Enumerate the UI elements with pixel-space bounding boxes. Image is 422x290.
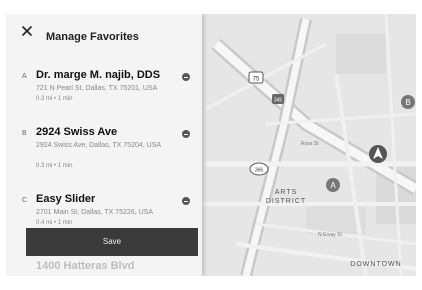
- favorite-item-c[interactable]: C Easy Slider 2701 Main St, Dallas, TX 7…: [6, 184, 202, 228]
- route-shield-366: 366: [249, 162, 269, 176]
- favorites-panel: Manage Favorites A Dr. marge M. najib, D…: [6, 14, 202, 276]
- map-marker-b-label: B: [405, 98, 410, 107]
- remove-favorite-icon[interactable]: [182, 130, 190, 138]
- favorite-index: B: [22, 130, 27, 137]
- favorite-address: 2701 Main St, Dallas, TX 75226, USA: [36, 209, 153, 216]
- route-366-label: 366: [255, 168, 264, 174]
- close-icon[interactable]: [20, 24, 34, 38]
- favorite-distance: 0.3 mi • 1 min: [36, 96, 73, 102]
- remove-favorite-icon[interactable]: [182, 73, 190, 81]
- favorite-name: Easy Slider: [36, 193, 96, 205]
- route-shield-345: 345: [272, 94, 284, 104]
- panel-title: Manage Favorites: [46, 31, 139, 43]
- favorite-distance: 0.3 mi • 1 min: [36, 163, 73, 169]
- save-button[interactable]: Save: [26, 228, 198, 256]
- favorite-name: Dr. marge M. najib, DDS: [36, 69, 161, 81]
- favorite-name: 2924 Swiss Ave: [36, 126, 118, 138]
- navigation-arrow-icon: [369, 145, 387, 163]
- street-ross-label: Ross St: [301, 141, 319, 147]
- panel-header: Manage Favorites: [6, 14, 202, 54]
- nav-screen: 75 366 345 Ross St N Ervay St ARTS DISTR…: [6, 14, 416, 276]
- remove-favorite-icon[interactable]: [182, 197, 190, 205]
- street-ervay-label: N Ervay St: [318, 232, 343, 238]
- favorite-address: 2924 Swiss Ave, Dallas, TX 75204, USA: [36, 142, 162, 149]
- route-75-label: 75: [253, 77, 260, 83]
- arts-district-label-line2: DISTRICT: [266, 198, 306, 205]
- favorite-item-partial: 1400 Hatteras Blvd: [36, 260, 135, 272]
- downtown-label: DOWNTOWN: [350, 261, 401, 268]
- arts-district-label-line1: ARTS: [275, 189, 298, 196]
- route-shield-75: 75: [248, 71, 264, 84]
- route-345-label: 345: [274, 98, 283, 104]
- favorite-address: 721 N Pearl St, Dallas, TX 75201, USA: [36, 85, 158, 92]
- favorite-item-b[interactable]: B 2924 Swiss Ave 2924 Swiss Ave, Dallas,…: [6, 120, 202, 182]
- favorite-index: A: [22, 73, 27, 80]
- map-marker-a[interactable]: A: [326, 178, 340, 192]
- map-marker-b[interactable]: B: [401, 95, 415, 109]
- favorite-item-a[interactable]: A Dr. marge M. najib, DDS 721 N Pearl St…: [6, 58, 202, 114]
- favorite-index: C: [22, 197, 28, 204]
- favorite-distance: 0.4 mi • 1 min: [36, 220, 73, 226]
- map-marker-a-label: A: [330, 181, 336, 190]
